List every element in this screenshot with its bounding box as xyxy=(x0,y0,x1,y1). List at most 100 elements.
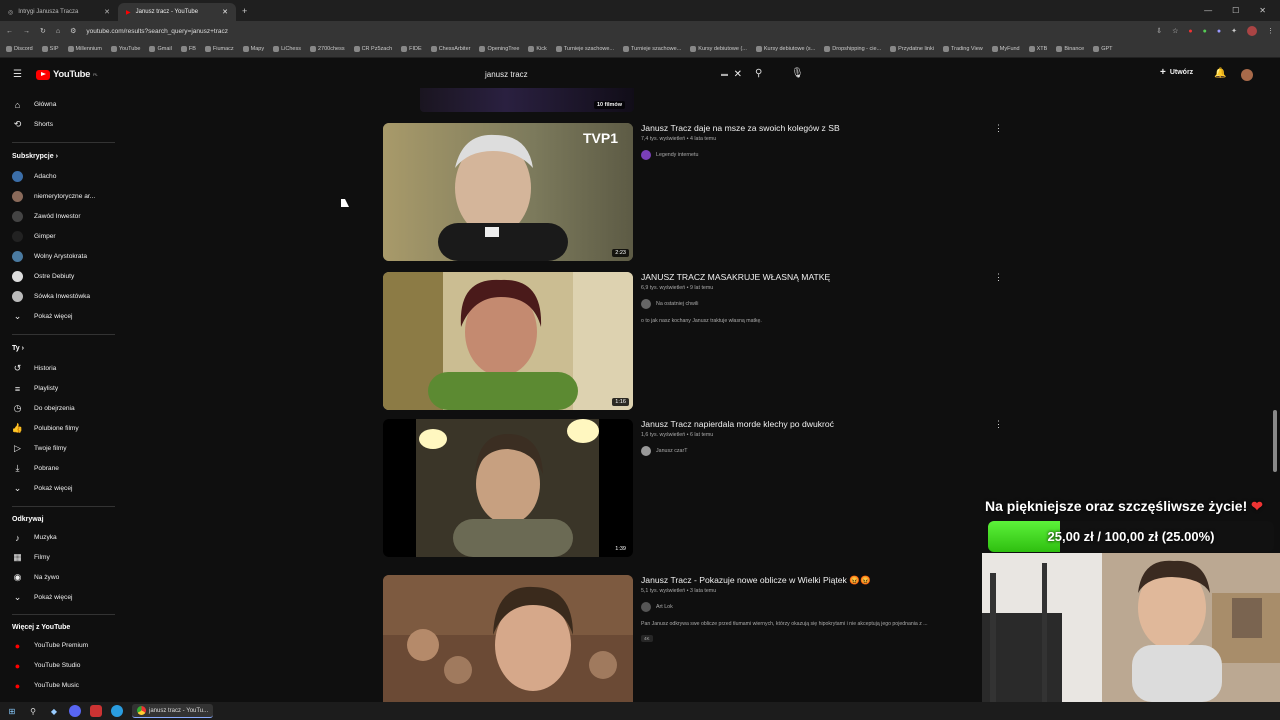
video-title[interactable]: Janusz Tracz daje na msze za swoich kole… xyxy=(641,123,840,133)
browser-tab[interactable]: ◎ Intrygi Janusza Tracza ✕ xyxy=(0,3,118,21)
video-result[interactable]: TVP1 2:23 Janusz Tracz daje na msze za swo… xyxy=(383,123,1003,263)
close-tab-icon[interactable]: ✕ xyxy=(104,8,110,16)
bookmark-item[interactable]: ChessArbiter xyxy=(430,46,470,52)
url-field[interactable]: youtube.com/results?search_query=janusz+… xyxy=(86,28,1146,35)
sidebar-item[interactable]: ⟲ Shorts xyxy=(12,119,53,130)
close-tab-icon[interactable]: ✕ xyxy=(222,8,228,16)
channel-link[interactable]: Na ostatniej chwili xyxy=(641,299,698,309)
video-thumbnail[interactable] xyxy=(383,575,633,713)
bookmark-item[interactable]: FB xyxy=(180,46,196,52)
discord-icon[interactable] xyxy=(69,705,81,717)
video-result[interactable]: Janusz Tracz - Pokazuje nowe oblicze w W… xyxy=(383,575,1003,715)
sidebar-item[interactable]: ⤓ Pobrane xyxy=(12,463,59,474)
bookmark-item[interactable]: FIDE xyxy=(401,46,422,52)
site-info-icon[interactable]: ⚙ xyxy=(70,27,76,35)
sidebar-item[interactable]: ● YouTube Premium xyxy=(12,640,88,651)
bookmark-item[interactable]: Gmail xyxy=(149,46,172,52)
sidebar-section-heading[interactable]: Subskrypcje › xyxy=(12,153,58,160)
bookmark-item[interactable]: Discord xyxy=(6,46,33,52)
scrollbar[interactable] xyxy=(1273,410,1277,472)
bookmark-item[interactable]: GPT xyxy=(1093,46,1113,52)
extension-icon[interactable]: ● xyxy=(1217,28,1221,35)
windows-start-icon[interactable]: ⊞ xyxy=(6,705,18,717)
taskbar-app-chrome[interactable]: janusz tracz - YouTu... xyxy=(132,704,214,718)
sidebar-item[interactable]: ◉ Na żywo xyxy=(12,572,60,583)
sidebar-item[interactable]: Ostre Debiuty xyxy=(12,271,74,282)
video-result[interactable]: 1:16 JANUSZ TRACZ MASAKRUJE WŁASNĄ MATKĘ 6… xyxy=(383,272,1003,412)
sidebar-item[interactable]: Wolny Arystokrata xyxy=(12,251,87,262)
sidebar-section-heading[interactable]: Ty › xyxy=(12,345,24,352)
sidebar-item[interactable]: ♪ Muzyka xyxy=(12,532,56,543)
search-icon[interactable]: ⚲ xyxy=(755,68,762,79)
sidebar-section-heading[interactable]: Odkrywaj xyxy=(12,516,44,523)
bookmark-item[interactable]: Przydatne linki xyxy=(890,46,934,52)
bookmark-item[interactable]: Fiumacz xyxy=(204,46,234,52)
browser-tab-active[interactable]: ▶ Janusz tracz - YouTube ✕ xyxy=(118,3,236,21)
sidebar-item[interactable]: ≡ Playlisty xyxy=(12,383,58,394)
profile-avatar[interactable] xyxy=(1247,26,1257,36)
sidebar-item[interactable]: ▦ Filmy xyxy=(12,552,50,563)
search-input[interactable]: janusz tracz ▬ ✕ xyxy=(478,66,748,83)
bookmark-item[interactable]: Kursy debiutowe (s... xyxy=(755,46,815,52)
channel-link[interactable]: Janusz czarT xyxy=(641,446,688,456)
minimize-icon[interactable]: — xyxy=(1204,6,1212,15)
bookmark-item[interactable]: OpeningTree xyxy=(479,46,519,52)
back-icon[interactable]: ← xyxy=(6,28,13,35)
bookmark-item[interactable]: Millennium xyxy=(67,46,102,52)
search-icon[interactable]: ⚲ xyxy=(27,705,39,717)
sidebar-item[interactable]: Sówka Inwestówka xyxy=(12,291,90,302)
bookmark-item[interactable]: Kursy debiutowe (... xyxy=(690,46,747,52)
more-options-icon[interactable]: ⋮ xyxy=(994,123,1003,134)
forward-icon[interactable]: → xyxy=(23,28,30,35)
maximize-icon[interactable]: ☐ xyxy=(1232,6,1239,15)
app-icon[interactable]: ◆ xyxy=(48,705,60,717)
sidebar-item[interactable]: ● YouTube Studio xyxy=(12,660,81,671)
bookmark-item[interactable]: Binance xyxy=(1056,46,1084,52)
sidebar-item[interactable]: Adacho xyxy=(12,171,56,182)
clear-search-icon[interactable]: ✕ xyxy=(734,69,742,80)
window-close-icon[interactable]: ✕ xyxy=(1259,6,1266,15)
star-icon[interactable]: ☆ xyxy=(1172,27,1178,35)
microphone-icon[interactable]: 🎙 xyxy=(791,68,804,79)
app-icon[interactable] xyxy=(90,705,102,717)
telegram-icon[interactable] xyxy=(111,705,123,717)
sidebar-item[interactable]: Gimper xyxy=(12,231,56,242)
extension-icon[interactable]: ● xyxy=(1203,28,1207,35)
youtube-logo[interactable]: YouTube PL xyxy=(36,69,98,80)
install-icon[interactable]: ⇩ xyxy=(1156,27,1162,35)
video-thumbnail[interactable]: TVP1 2:23 xyxy=(383,123,633,261)
bookmark-item[interactable]: Turnieje szachowe... xyxy=(555,46,614,52)
video-result[interactable]: 1:39 Janusz Tracz napierdala morde klechy… xyxy=(383,419,1003,559)
more-options-icon[interactable]: ⋮ xyxy=(994,419,1003,430)
sidebar-item[interactable]: ↺ Historia xyxy=(12,363,57,374)
sidebar-item[interactable]: niemerytoryczne ar... xyxy=(12,191,95,202)
sidebar-item[interactable]: ⌄ Pokaż więcej xyxy=(12,311,73,322)
bookmark-item[interactable]: YouTube xyxy=(110,46,140,52)
sidebar-item[interactable]: ⌄ Pokaż więcej xyxy=(12,592,73,603)
bookmark-item[interactable]: Turnieje szachowe... xyxy=(623,46,681,52)
bookmark-item[interactable]: Dropshipping - cie... xyxy=(824,46,881,52)
sidebar-item[interactable]: ▷ Twoje filmy xyxy=(12,443,67,454)
sidebar-item[interactable]: ● YouTube Music xyxy=(12,680,79,691)
bookmark-item[interactable]: 2700chess xyxy=(309,46,345,52)
sidebar-item[interactable]: ◷ Do obejrzenia xyxy=(12,403,75,414)
bookmark-item[interactable]: Trading View xyxy=(942,46,983,52)
puzzle-icon[interactable]: ✦ xyxy=(1231,27,1237,35)
sidebar-item[interactable]: Zawód Inwestor xyxy=(12,211,81,222)
new-tab-icon[interactable]: + xyxy=(242,6,247,16)
video-thumbnail[interactable]: 1:39 xyxy=(383,419,633,557)
bookmark-item[interactable]: XTB xyxy=(1028,46,1047,52)
video-thumbnail[interactable]: 1:16 xyxy=(383,272,633,410)
bookmark-item[interactable]: SIP xyxy=(41,46,59,52)
menu-dots-icon[interactable]: ⋮ xyxy=(1267,27,1274,35)
video-title[interactable]: Janusz Tracz - Pokazuje nowe oblicze w W… xyxy=(641,575,871,586)
sidebar-item[interactable]: 👍 Polubione filmy xyxy=(12,423,79,434)
notifications-icon[interactable]: 🔔 xyxy=(1214,68,1226,79)
bookmark-item[interactable]: Kick xyxy=(528,46,547,52)
channel-link[interactable]: Legendy internetu xyxy=(641,150,698,160)
home-icon[interactable]: ⌂ xyxy=(56,28,60,35)
keyboard-icon[interactable]: ▬ xyxy=(721,71,728,78)
sidebar-section-heading[interactable]: Więcej z YouTube xyxy=(12,624,70,631)
sidebar-item[interactable]: ⌂ Główna xyxy=(12,99,57,110)
extension-icon[interactable]: ● xyxy=(1188,28,1192,35)
